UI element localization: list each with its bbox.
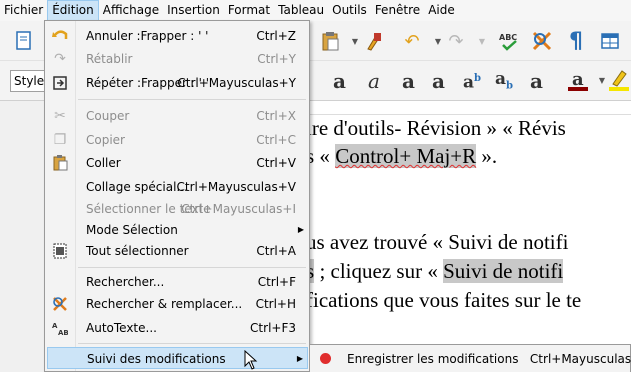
menu-item-select-all[interactable]: Tout sélectionner Ctrl+A [47,240,308,262]
menu-fichier[interactable]: Fichier [0,0,47,21]
shadow-a-icon[interactable]: a [530,69,543,93]
underline-a-icon[interactable]: a [402,69,415,93]
menu-item-find-replace[interactable]: Rechercher & remplacer... Ctrl+H [47,293,308,315]
superscript-icon[interactable]: ab [463,67,481,95]
submenu-item-record-changes[interactable]: Enregistrer les modifications Ctrl+Mayus… [347,345,631,372]
menu-item-undo[interactable]: Annuler :Frapper : ' ' Ctrl+Z [47,25,308,47]
menu-fenetre[interactable]: Fenêtre [371,0,424,21]
edit-menu: Annuler :Frapper : ' ' Ctrl+Z ↷ Rétablir… [44,20,310,372]
redo-toolbar-icon[interactable]: ↷ [444,29,468,53]
menu-bar: Fichier Édition Affichage Insertion Form… [0,0,631,21]
font-color-icon[interactable]: a [566,68,590,92]
menu-item-track-changes[interactable]: Suivi des modifications ▶ [47,347,308,369]
select-all-icon [51,243,69,259]
menu-format[interactable]: Format [224,0,274,21]
field-control-maj-r: Control+ Maj+R [335,144,477,168]
mouse-pointer-icon [244,350,258,370]
record-icon [320,353,331,364]
paragraph-style-input[interactable]: Style p [10,70,48,92]
svg-text:a: a [572,69,584,90]
undo-icon [51,28,69,44]
autotext-icon: A AB [51,320,69,337]
new-document-icon[interactable] [12,29,36,53]
svg-text:AB: AB [58,329,68,336]
menu-item-paste-special[interactable]: Collage spécial... Ctrl+Mayusculas+V [47,176,308,198]
doc-line-5: fications que vous faites sur le te [306,288,582,312]
menu-item-selection-mode[interactable]: Mode Sélection ▶ [47,219,308,241]
subscript-icon[interactable]: ab [495,67,513,98]
menu-item-copy[interactable]: ❐ Copier Ctrl+C [47,129,308,151]
menu-insertion[interactable]: Insertion [163,0,224,21]
submenu-arrow-icon: ▶ [297,225,304,234]
menu-separator [78,343,306,344]
paste-toolbar-icon[interactable] [318,29,342,53]
repeat-icon [51,75,69,91]
submenu-arrow-icon: ▶ [296,354,303,363]
paste-icon [51,155,69,171]
menu-item-autotext[interactable]: A AB AutoTexte... Ctrl+F3 [47,317,308,339]
doc-line-1: ire d'outils- Révision » « Révis [306,116,566,140]
doc-line-4: s ; cliquez sur « Suivi de notifi [306,259,564,283]
menu-item-repeat[interactable]: Répéter :Frapper : ' ' Ctrl+Mayusculas+Y [47,72,308,94]
menu-affichage[interactable]: Affichage [99,0,163,21]
menu-item-cut[interactable]: ✂ Couper Ctrl+X [47,105,308,127]
menu-separator [78,99,306,100]
redo-icon: ↷ [54,51,66,67]
strikethrough-a-icon[interactable]: a [432,69,445,93]
menu-edition[interactable]: Édition [47,0,99,21]
copy-icon: ❐ [53,132,67,148]
track-changes-submenu: Enregistrer les modifications Ctrl+Mayus… [309,344,631,372]
menu-item-paste[interactable]: Coller Ctrl+V [47,152,308,174]
bold-a-icon[interactable]: a [333,69,346,93]
find-replace-icon [51,296,69,312]
find-replace-toolbar-icon[interactable] [530,29,554,53]
cut-icon: ✂ [54,108,66,124]
menu-item-find[interactable]: Rechercher... Ctrl+F [47,271,308,293]
clone-formatting-icon[interactable] [362,29,386,53]
menu-item-redo[interactable]: ↷ Rétablir Ctrl+Y [47,48,308,70]
menu-item-select-text[interactable]: Sélectionner le texte Ctrl+Mayusculas+I [47,198,308,220]
menu-tableau[interactable]: Tableau [274,0,328,21]
formatting-marks-icon[interactable]: ¶ [564,29,588,54]
doc-line-3: us avez trouvé « Suivi de notifi [306,230,569,254]
highlighting-icon[interactable] [607,68,631,92]
insert-table-icon[interactable] [598,29,622,53]
menu-outils[interactable]: Outils [328,0,371,21]
spellcheck-icon[interactable]: ABC [497,29,521,53]
doc-line-2: s « Control+ Maj+R ». [306,144,498,168]
menu-separator [78,267,306,268]
undo-toolbar-icon[interactable]: ↶ [400,29,424,53]
redo-dropdown-icon[interactable]: ▼ [470,29,494,53]
italic-a-icon[interactable]: a [368,69,380,93]
left-margin [0,101,44,372]
menu-aide[interactable]: Aide [424,0,459,21]
